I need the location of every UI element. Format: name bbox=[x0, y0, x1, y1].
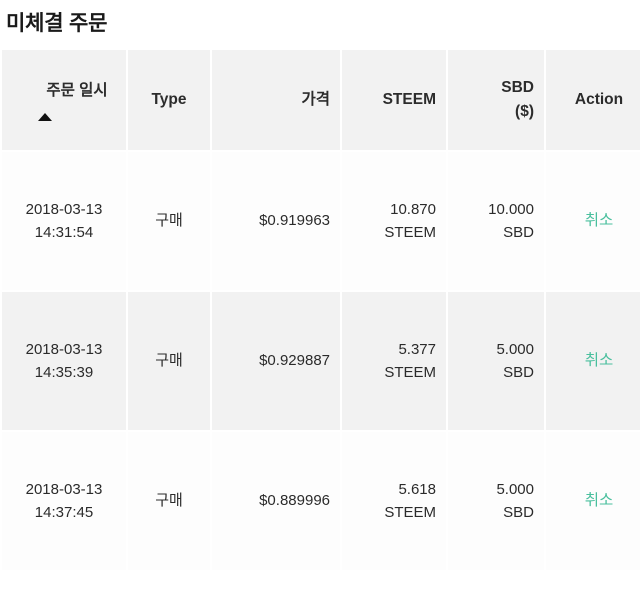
open-orders-page: 미체결 주문 주문 일시 Type 가격 STEEM SBD ($) Actio… bbox=[0, 0, 640, 602]
table-body: 2018-03-13 14:31:54 구매 $0.919963 10.870 … bbox=[2, 152, 640, 570]
cell-order-steem: 5.618 STEEM bbox=[342, 432, 446, 570]
table-header: 주문 일시 Type 가격 STEEM SBD ($) Action bbox=[2, 50, 640, 150]
sbd-unit: SBD bbox=[503, 364, 534, 381]
column-header-type-label: Type bbox=[151, 90, 187, 108]
sbd-unit: SBD bbox=[503, 224, 534, 241]
column-header-sbd-label-line1: SBD bbox=[501, 78, 534, 96]
column-header-action: Action bbox=[546, 50, 640, 150]
cell-order-action: 취소 bbox=[546, 292, 640, 430]
column-header-price[interactable]: 가격 bbox=[212, 50, 340, 150]
column-header-steem-label: STEEM bbox=[382, 90, 436, 108]
steem-unit: STEEM bbox=[384, 224, 436, 241]
table-header-row: 주문 일시 Type 가격 STEEM SBD ($) Action bbox=[2, 50, 640, 150]
cancel-order-button[interactable]: 취소 bbox=[585, 349, 614, 373]
cell-order-price: $0.929887 bbox=[212, 292, 340, 430]
sbd-amount: 5.000 bbox=[496, 340, 534, 358]
column-header-action-label: Action bbox=[574, 90, 624, 108]
column-header-steem[interactable]: STEEM bbox=[342, 50, 446, 150]
column-header-order-date-label: 주문 일시 bbox=[46, 82, 108, 100]
cell-order-price: $0.889996 bbox=[212, 432, 340, 570]
column-header-sbd-label-line2: ($) bbox=[515, 103, 534, 120]
open-orders-table: 주문 일시 Type 가격 STEEM SBD ($) Action 2018-… bbox=[0, 48, 640, 572]
page-title: 미체결 주문 bbox=[6, 12, 108, 35]
cell-order-action: 취소 bbox=[546, 152, 640, 290]
column-header-type[interactable]: Type bbox=[128, 50, 210, 150]
table-row: 2018-03-13 14:35:39 구매 $0.929887 5.377 S… bbox=[2, 292, 640, 430]
cancel-order-button[interactable]: 취소 bbox=[585, 209, 614, 233]
steem-unit: STEEM bbox=[384, 504, 436, 521]
cell-order-type: 구매 bbox=[128, 432, 210, 570]
cell-order-date: 2018-03-13 14:37:45 bbox=[2, 432, 126, 570]
sbd-amount: 10.000 bbox=[488, 200, 534, 218]
steem-amount: 5.377 bbox=[398, 340, 436, 358]
cell-order-date: 2018-03-13 14:35:39 bbox=[2, 292, 126, 430]
steem-unit: STEEM bbox=[384, 364, 436, 381]
order-date-sort-wrapper: 주문 일시 bbox=[12, 79, 116, 121]
cell-order-sbd: 5.000 SBD bbox=[448, 292, 544, 430]
steem-amount: 5.618 bbox=[398, 480, 436, 498]
steem-amount: 10.870 bbox=[390, 200, 436, 218]
cell-order-type: 구매 bbox=[128, 292, 210, 430]
sbd-amount: 5.000 bbox=[496, 480, 534, 498]
cell-order-action: 취소 bbox=[546, 432, 640, 570]
cell-order-price: $0.919963 bbox=[212, 152, 340, 290]
cell-order-sbd: 10.000 SBD bbox=[448, 152, 544, 290]
cell-order-steem: 10.870 STEEM bbox=[342, 152, 446, 290]
column-header-order-date[interactable]: 주문 일시 bbox=[2, 50, 126, 150]
column-header-price-label: 가격 bbox=[301, 90, 330, 108]
cell-order-date: 2018-03-13 14:31:54 bbox=[2, 152, 126, 290]
cell-order-steem: 5.377 STEEM bbox=[342, 292, 446, 430]
table-row: 2018-03-13 14:31:54 구매 $0.919963 10.870 … bbox=[2, 152, 640, 290]
sort-ascending-icon[interactable] bbox=[38, 112, 52, 121]
column-header-sbd[interactable]: SBD ($) bbox=[448, 50, 544, 150]
cancel-order-button[interactable]: 취소 bbox=[585, 489, 614, 513]
cell-order-sbd: 5.000 SBD bbox=[448, 432, 544, 570]
cell-order-type: 구매 bbox=[128, 152, 210, 290]
sbd-unit: SBD bbox=[503, 504, 534, 521]
table-row: 2018-03-13 14:37:45 구매 $0.889996 5.618 S… bbox=[2, 432, 640, 570]
